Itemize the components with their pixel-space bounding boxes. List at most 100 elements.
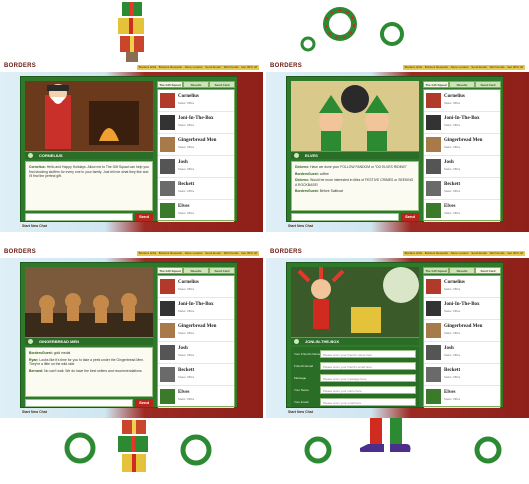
wreath-bottom-left-icon: [64, 432, 96, 464]
character-item[interactable]: Josh Status: Offline: [424, 156, 500, 178]
character-list: Cornelius Status: Offline Joni-In-The-Box…: [423, 89, 501, 222]
chat-log: Cornelius: Hello and Happy Holidays. All…: [25, 161, 153, 211]
start-new-chat-link[interactable]: Start New Chat: [22, 410, 47, 414]
chat-input[interactable]: [25, 213, 133, 221]
tab-gift-squad[interactable]: The Gift Squad: [423, 81, 449, 88]
gift-squad-app: CORNELIUS Cornelius: Hello and Happy Hol…: [20, 76, 238, 222]
top-links[interactable]: Borders Gifts · Borders Rewards · Store …: [402, 65, 525, 70]
send-button[interactable]: Send: [401, 213, 419, 221]
tab-gift-squad[interactable]: The Gift Squad: [423, 267, 449, 274]
send-button[interactable]: Send: [135, 399, 153, 407]
start-new-chat-link[interactable]: Start New Chat: [288, 410, 313, 414]
chat-input[interactable]: [291, 213, 399, 221]
tab-send-card[interactable]: Send Card: [209, 81, 235, 88]
character-item[interactable]: Cornelius Status: Offline: [424, 90, 500, 112]
top-bar: BORDERS Borders Gifts · Borders Rewards …: [0, 248, 263, 258]
character-item[interactable]: Elves Status: Offline: [424, 386, 500, 408]
avatar: [160, 115, 175, 130]
avatar: [160, 159, 175, 174]
your-name-field[interactable]: Please enter your name here: [320, 386, 416, 394]
character-item[interactable]: Beckett Status: Offline: [158, 364, 234, 386]
chat-log: BordersGuest: gold medal Ryan: Looks lik…: [25, 347, 153, 397]
character-item[interactable]: Beckett Status: Offline: [424, 364, 500, 386]
avatar: [426, 301, 441, 316]
character-item[interactable]: Josh Status: Offline: [158, 342, 234, 364]
screen-gingerbread: BORDERS Borders Gifts · Borders Rewards …: [0, 248, 263, 418]
screen-send-card: BORDERS Borders Gifts · Borders Rewards …: [266, 248, 529, 418]
chat-input-row: Send: [25, 213, 153, 221]
friend-email-field[interactable]: Please enter your friend's email here: [320, 362, 416, 370]
top-bar: BORDERS Borders Gifts · Borders Rewards …: [266, 248, 529, 258]
top-links[interactable]: Borders Gifts · Borders Rewards · Store …: [136, 251, 259, 256]
borders-logo[interactable]: BORDERS: [270, 249, 302, 255]
top-links[interactable]: Borders Gifts · Borders Rewards · Store …: [402, 251, 525, 256]
message-field[interactable]: Please enter your message here: [320, 374, 416, 382]
chat-message: BordersGuest: gold medal: [29, 351, 71, 355]
speaker-icon[interactable]: [28, 153, 33, 158]
borders-logo[interactable]: BORDERS: [4, 249, 36, 255]
tab-results[interactable]: Results: [183, 81, 209, 88]
form-row: Your Email Please enter your email here: [294, 398, 416, 407]
gift-squad-app: JONI-IN-THE-BOX Your Friend's Name Please…: [286, 262, 504, 408]
character-list: Cornelius Status: Offline Joni-In-The-Box…: [423, 275, 501, 408]
character-item[interactable]: Gingerbread Men Status: Offline: [158, 320, 234, 342]
character-item[interactable]: Cornelius Status: Offline: [158, 90, 234, 112]
speaker-bar: ELVES: [291, 151, 419, 159]
elf-feet-icon: [360, 418, 411, 452]
avatar: [160, 301, 175, 316]
avatar: [160, 93, 175, 108]
character-item[interactable]: Josh Status: Offline: [158, 156, 234, 178]
tab-results[interactable]: Results: [449, 267, 475, 274]
joni-scene: [291, 267, 419, 337]
borders-logo[interactable]: BORDERS: [4, 63, 36, 69]
tab-results[interactable]: Results: [183, 267, 209, 274]
speaker-bar: GINGERBREAD MEN: [25, 337, 153, 345]
avatar: [426, 389, 441, 404]
character-item[interactable]: Elves Status: Offline: [424, 200, 500, 222]
character-list: Cornelius Status: Offline Joni-In-The-Box…: [157, 89, 235, 222]
chat-input-row: Send: [25, 399, 153, 407]
character-item[interactable]: Joni-In-The-Box Status: Offline: [424, 298, 500, 320]
send-button[interactable]: Send: [135, 213, 153, 221]
tab-gift-squad[interactable]: The Gift Squad: [157, 81, 183, 88]
start-new-chat-link[interactable]: Start New Chat: [288, 224, 313, 228]
wreath-top-right-icon: [300, 7, 404, 52]
avatar: [426, 93, 441, 108]
speaker-bar: JONI-IN-THE-BOX: [291, 337, 419, 345]
speaker-icon[interactable]: [28, 339, 33, 344]
chat-input[interactable]: [25, 399, 133, 407]
character-item[interactable]: Josh Status: Offline: [424, 342, 500, 364]
top-links[interactable]: Borders Gifts · Borders Rewards · Store …: [136, 65, 259, 70]
start-new-chat-link[interactable]: Start New Chat: [22, 224, 47, 228]
friend-name-field[interactable]: Please enter your friend's name here: [320, 350, 416, 358]
gift-squad-app: ELVES Dickens: Have we done your FOLLOW …: [286, 76, 504, 222]
character-item[interactable]: Cornelius Status: Offline: [158, 276, 234, 298]
speaker-icon[interactable]: [294, 339, 299, 344]
character-item[interactable]: Joni-In-The-Box Status: Offline: [158, 112, 234, 134]
character-item[interactable]: Beckett Status: Offline: [424, 178, 500, 200]
your-email-field[interactable]: Please enter your email here: [320, 398, 416, 406]
character-item[interactable]: Elves Status: Offline: [158, 386, 234, 408]
chat-message: Bernard: No can't wait. We do have the b…: [29, 368, 143, 373]
avatar: [426, 115, 441, 130]
tab-gift-squad[interactable]: The Gift Squad: [157, 267, 183, 274]
character-item[interactable]: Beckett Status: Offline: [158, 178, 234, 200]
chat-message: Dickens: Have we done your FOLLOW FANDOM…: [295, 165, 407, 169]
character-item[interactable]: Cornelius Status: Offline: [424, 276, 500, 298]
screen-elves: BORDERS Borders Gifts · Borders Rewards …: [266, 62, 529, 232]
borders-logo[interactable]: BORDERS: [270, 63, 302, 69]
tab-bar: The Gift Squad Results Send Card: [423, 81, 501, 88]
speaker-icon[interactable]: [294, 153, 299, 158]
tab-results[interactable]: Results: [449, 81, 475, 88]
character-item[interactable]: Gingerbread Men Status: Offline: [424, 134, 500, 156]
character-item[interactable]: Gingerbread Men Status: Offline: [158, 134, 234, 156]
tab-send-card[interactable]: Send Card: [475, 81, 501, 88]
avatar: [426, 203, 441, 218]
character-item[interactable]: Joni-In-The-Box Status: Offline: [424, 112, 500, 134]
character-item[interactable]: Joni-In-The-Box Status: Offline: [158, 298, 234, 320]
character-item[interactable]: Gingerbread Men Status: Offline: [424, 320, 500, 342]
tab-send-card[interactable]: Send Card: [475, 267, 501, 274]
gift-stack-bottom-icon: [118, 420, 148, 472]
character-item[interactable]: Elves Status: Offline: [158, 200, 234, 222]
tab-send-card[interactable]: Send Card: [209, 267, 235, 274]
